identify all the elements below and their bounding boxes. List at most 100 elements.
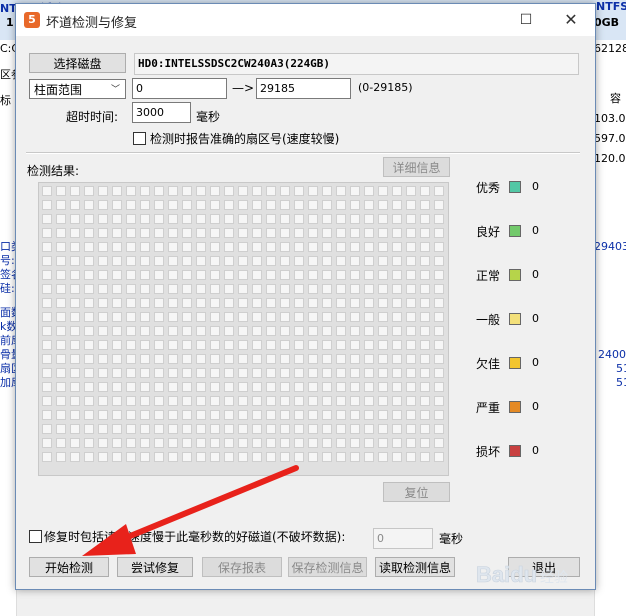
grid-cell xyxy=(154,438,164,448)
grid-cell xyxy=(434,340,444,350)
save-scan-info-button[interactable]: 保存检测信息 xyxy=(288,557,367,577)
title-bar: 5 坏道检测与修复 ☐ ✕ xyxy=(16,4,595,36)
grid-cell xyxy=(84,228,94,238)
grid-cell xyxy=(140,270,150,280)
grid-cell xyxy=(280,214,290,224)
grid-cell xyxy=(112,410,122,420)
grid-cell xyxy=(112,200,122,210)
grid-cell xyxy=(56,382,66,392)
timeout-input[interactable]: 3000 xyxy=(132,102,191,123)
legend-swatch xyxy=(509,401,521,413)
grid-cell xyxy=(322,438,332,448)
try-repair-button[interactable]: 尝试修复 xyxy=(117,557,193,577)
grid-cell xyxy=(140,410,150,420)
grid-cell xyxy=(140,354,150,364)
grid-cell xyxy=(238,410,248,420)
grid-cell xyxy=(420,382,430,392)
grid-cell xyxy=(196,396,206,406)
grid-cell xyxy=(154,382,164,392)
report-sector-checkbox[interactable] xyxy=(133,132,146,145)
grid-cell xyxy=(70,186,80,196)
grid-cell xyxy=(392,354,402,364)
repair-ms-input[interactable]: 0 xyxy=(373,528,433,549)
grid-cell xyxy=(84,410,94,420)
grid-cell xyxy=(140,382,150,392)
grid-cell xyxy=(224,284,234,294)
grid-cell xyxy=(266,452,276,462)
grid-cell xyxy=(112,186,122,196)
report-sector-label: 检测时报告准确的扇区号(速度较慢) xyxy=(150,132,340,146)
grid-cell xyxy=(252,396,262,406)
grid-cell xyxy=(420,452,430,462)
grid-cell xyxy=(350,368,360,378)
grid-cell xyxy=(70,340,80,350)
grid-cell xyxy=(378,242,388,252)
close-icon[interactable]: ✕ xyxy=(557,9,585,31)
save-report-button[interactable]: 保存报表 xyxy=(202,557,282,577)
grid-cell xyxy=(224,368,234,378)
range-mode-value: 柱面范围 xyxy=(34,83,83,97)
grid-cell xyxy=(364,424,374,434)
grid-cell xyxy=(84,340,94,350)
grid-cell xyxy=(84,200,94,210)
grid-cell xyxy=(434,200,444,210)
grid-cell xyxy=(182,354,192,364)
grid-cell xyxy=(126,270,136,280)
grid-cell xyxy=(322,368,332,378)
grid-cell xyxy=(42,284,52,294)
grid-cell xyxy=(210,284,220,294)
grid-cell xyxy=(182,200,192,210)
repair-slow-checkbox[interactable] xyxy=(29,530,42,543)
grid-cell xyxy=(210,396,220,406)
grid-cell xyxy=(210,452,220,462)
grid-cell xyxy=(322,270,332,280)
grid-cell xyxy=(280,340,290,350)
grid-cell xyxy=(322,340,332,350)
maximize-icon[interactable]: ☐ xyxy=(512,9,540,31)
grid-cell xyxy=(294,368,304,378)
grid-cell xyxy=(224,270,234,280)
read-scan-info-button[interactable]: 读取检测信息 xyxy=(375,557,455,577)
reset-button[interactable]: 复位 xyxy=(383,482,450,502)
grid-cell xyxy=(420,368,430,378)
grid-cell xyxy=(70,326,80,336)
grid-cell xyxy=(70,368,80,378)
grid-cell xyxy=(112,424,122,434)
grid-cell xyxy=(392,214,402,224)
grid-cell xyxy=(294,214,304,224)
grid-cell xyxy=(378,228,388,238)
legend-item: 欠佳 0 xyxy=(476,355,566,373)
grid-cell xyxy=(364,298,374,308)
grid-cell xyxy=(378,396,388,406)
legend-item: 损坏 0 xyxy=(476,443,566,461)
grid-cell xyxy=(70,200,80,210)
grid-cell xyxy=(322,452,332,462)
grid-cell xyxy=(42,200,52,210)
grid-cell xyxy=(392,256,402,266)
start-scan-button[interactable]: 开始检测 xyxy=(29,557,109,577)
grid-cell xyxy=(420,424,430,434)
range-start-input[interactable]: 0 xyxy=(132,78,227,99)
grid-cell xyxy=(280,452,290,462)
grid-cell xyxy=(70,424,80,434)
detail-info-button[interactable]: 详细信息 xyxy=(383,157,450,177)
range-end-input[interactable]: 29185 xyxy=(256,78,351,99)
grid-cell xyxy=(112,326,122,336)
grid-cell xyxy=(392,410,402,420)
legend-count: 0 xyxy=(532,356,539,369)
grid-cell xyxy=(378,452,388,462)
grid-cell xyxy=(224,312,234,322)
grid-cell xyxy=(70,396,80,406)
grid-cell xyxy=(126,242,136,252)
grid-cell xyxy=(140,284,150,294)
range-mode-select[interactable]: 柱面范围 ﹀ xyxy=(29,79,126,99)
grid-cell xyxy=(378,214,388,224)
select-disk-button[interactable]: 选择磁盘 xyxy=(29,53,126,73)
grid-cell xyxy=(182,340,192,350)
grid-cell xyxy=(406,382,416,392)
grid-cell xyxy=(266,298,276,308)
grid-cell xyxy=(420,256,430,266)
grid-cell xyxy=(238,438,248,448)
grid-cell xyxy=(112,242,122,252)
grid-cell xyxy=(112,368,122,378)
